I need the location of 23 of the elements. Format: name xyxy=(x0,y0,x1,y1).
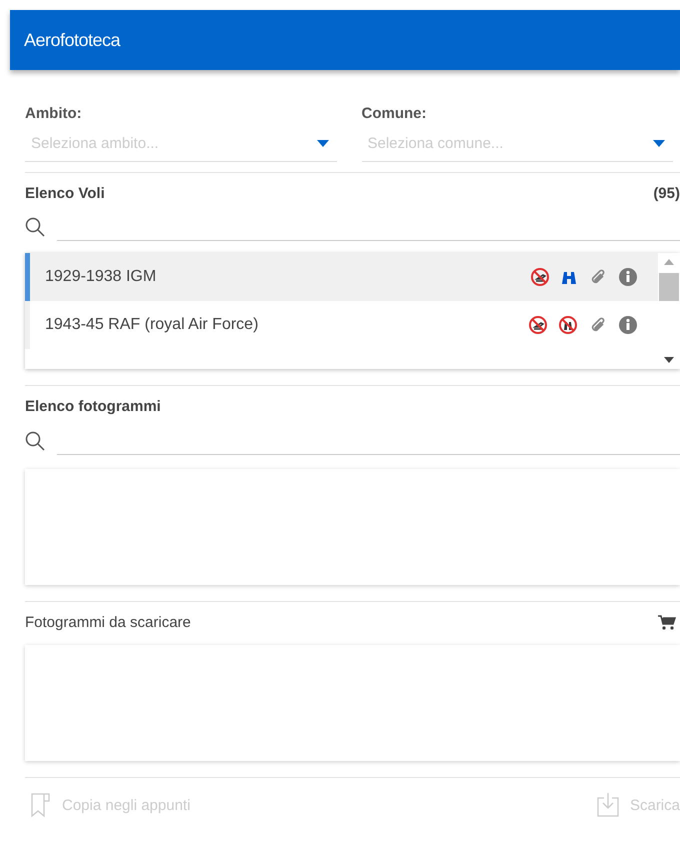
scroll-up-icon[interactable] xyxy=(664,259,674,265)
field-label: Ambito: xyxy=(25,105,83,122)
section-title: Fotogrammi da scaricare xyxy=(25,614,191,631)
no-airplane-icon[interactable] xyxy=(530,267,550,287)
flight-row[interactable]: 1929-1938 IGM xyxy=(25,253,658,301)
info-icon[interactable] xyxy=(618,315,638,335)
scroll-thumb[interactable] xyxy=(659,273,679,301)
download-tray-icon xyxy=(596,792,620,818)
dropdown-caret-icon[interactable] xyxy=(316,140,328,147)
section-title: Elenco Voli xyxy=(25,185,105,202)
field-label: Comune: xyxy=(362,105,428,122)
no-airplane-icon[interactable] xyxy=(528,315,548,335)
no-binoculars-icon[interactable] xyxy=(558,315,578,335)
cart-icon[interactable] xyxy=(658,614,676,630)
search-icon xyxy=(25,430,45,450)
section-title: Elenco fotogrammi xyxy=(25,398,161,415)
dropdown-caret-icon[interactable] xyxy=(653,140,665,147)
app-title: Aerofototeca xyxy=(24,30,120,50)
flight-count: (95) xyxy=(653,185,680,202)
search-icon xyxy=(25,216,45,236)
scroll-down-icon[interactable] xyxy=(664,357,674,363)
bookmark-icon xyxy=(30,792,52,818)
info-icon[interactable] xyxy=(618,267,638,287)
